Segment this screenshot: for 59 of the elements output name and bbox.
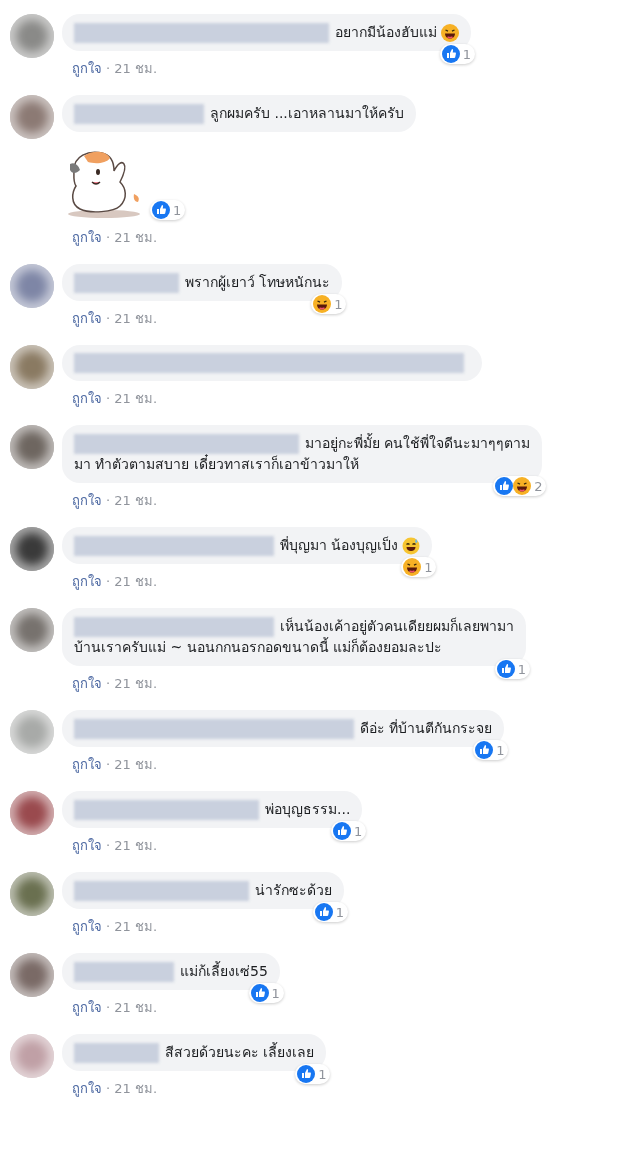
like-reaction-icon bbox=[152, 201, 170, 219]
comment-text: พรากผู้เยาว์ โทษหนักนะ bbox=[185, 273, 331, 293]
comment-text: มาอยู่กะพี่มั้ย คนใช้พี่ใจดีนะมาๆๆตาม bbox=[305, 433, 531, 454]
comment-time: · 21 ชม. bbox=[106, 756, 158, 774]
comment-text: แม่ก้เลี้ยงเซ่55 bbox=[180, 961, 268, 981]
grinning-emoji-icon bbox=[441, 23, 459, 42]
haha-reaction-icon bbox=[313, 295, 332, 313]
like-link[interactable]: ถูกใจ bbox=[72, 388, 102, 409]
like-link[interactable]: ถูกใจ bbox=[72, 997, 102, 1018]
like-reaction-icon bbox=[441, 45, 460, 63]
avatar[interactable] bbox=[10, 527, 54, 571]
comment-time: · 21 ชม. bbox=[106, 492, 158, 510]
comment-text: สีสวยด้วยนะคะ เลี้ยงเลย bbox=[165, 1042, 315, 1062]
like-link[interactable]: ถูกใจ bbox=[72, 58, 102, 79]
avatar[interactable] bbox=[10, 872, 54, 916]
like-reaction-icon bbox=[475, 741, 494, 759]
comment-text: พี่บุญมา น้องบุญเป็ง bbox=[280, 535, 399, 556]
reaction-badge[interactable]: 2 bbox=[493, 476, 547, 496]
like-link[interactable]: ถูกใจ bbox=[72, 916, 102, 937]
reaction-badge[interactable]: 1 bbox=[331, 821, 367, 841]
comment-time: · 21 ชม. bbox=[106, 310, 158, 328]
like-link[interactable]: ถูกใจ bbox=[72, 490, 102, 511]
comment-time: · 21 ชม. bbox=[106, 837, 158, 855]
reaction-badge[interactable]: 1 bbox=[150, 200, 186, 220]
like-link[interactable]: ถูกใจ bbox=[72, 227, 102, 248]
comment-text: อยากมีน้องฮับแม่ bbox=[335, 23, 437, 42]
like-link[interactable]: ถูกใจ bbox=[72, 1078, 102, 1099]
like-link[interactable]: ถูกใจ bbox=[72, 673, 102, 694]
comment-text: พ่อบุญธรรม... bbox=[265, 800, 351, 820]
comment-text: บ้านเราครับแม่ ~ นอนกกนอรกอดขนาดนี้ แม่ก็ต้องยอมละปะ bbox=[74, 637, 443, 657]
avatar[interactable] bbox=[10, 791, 54, 835]
comment-text: ลูกผมครับ ...เอาหลานมาให้ครับ bbox=[210, 104, 404, 124]
like-reaction-icon bbox=[314, 903, 333, 921]
like-reaction-icon bbox=[250, 984, 269, 1002]
comment-text: มา ทำตัวตามสบาย เดี๋ยวทาสเราก็เอาข้าวมาให้ bbox=[74, 454, 359, 474]
like-link[interactable]: ถูกใจ bbox=[72, 571, 102, 592]
sweat-smile-emoji-icon bbox=[402, 536, 421, 555]
like-reaction-icon bbox=[297, 1065, 316, 1083]
avatar[interactable] bbox=[10, 953, 54, 997]
comment-time: · 21 ชม. bbox=[106, 573, 158, 591]
comment-text: เห็นน้องเค้าอยู่ตัวคนเดียยผมก็เลยพามา bbox=[280, 616, 514, 637]
comment-text: ดีอ่ะ ที่บ้านตีกันกระจย bbox=[360, 718, 493, 738]
comment-time: · 21 ชม. bbox=[106, 229, 158, 247]
comment-time: · 21 ชม. bbox=[106, 60, 158, 78]
comment-time: · 21 ชม. bbox=[106, 918, 158, 936]
like-reaction-icon bbox=[496, 660, 515, 678]
like-link[interactable]: ถูกใจ bbox=[72, 835, 102, 856]
like-reaction-icon bbox=[333, 822, 352, 840]
avatar[interactable] bbox=[10, 425, 54, 469]
like-link[interactable]: ถูกใจ bbox=[72, 308, 102, 329]
haha-reaction-icon bbox=[513, 477, 532, 495]
haha-reaction-icon bbox=[403, 558, 422, 576]
like-reaction-icon bbox=[495, 477, 514, 495]
comment-text: น่ารักซะด้วย bbox=[255, 881, 332, 900]
comment-time: · 21 ชม. bbox=[106, 1080, 158, 1098]
comment-time: · 21 ชม. bbox=[106, 675, 158, 693]
comment-time: · 21 ชม. bbox=[106, 999, 158, 1017]
comment-time: · 21 ชม. bbox=[106, 390, 158, 408]
like-link[interactable]: ถูกใจ bbox=[72, 754, 102, 775]
